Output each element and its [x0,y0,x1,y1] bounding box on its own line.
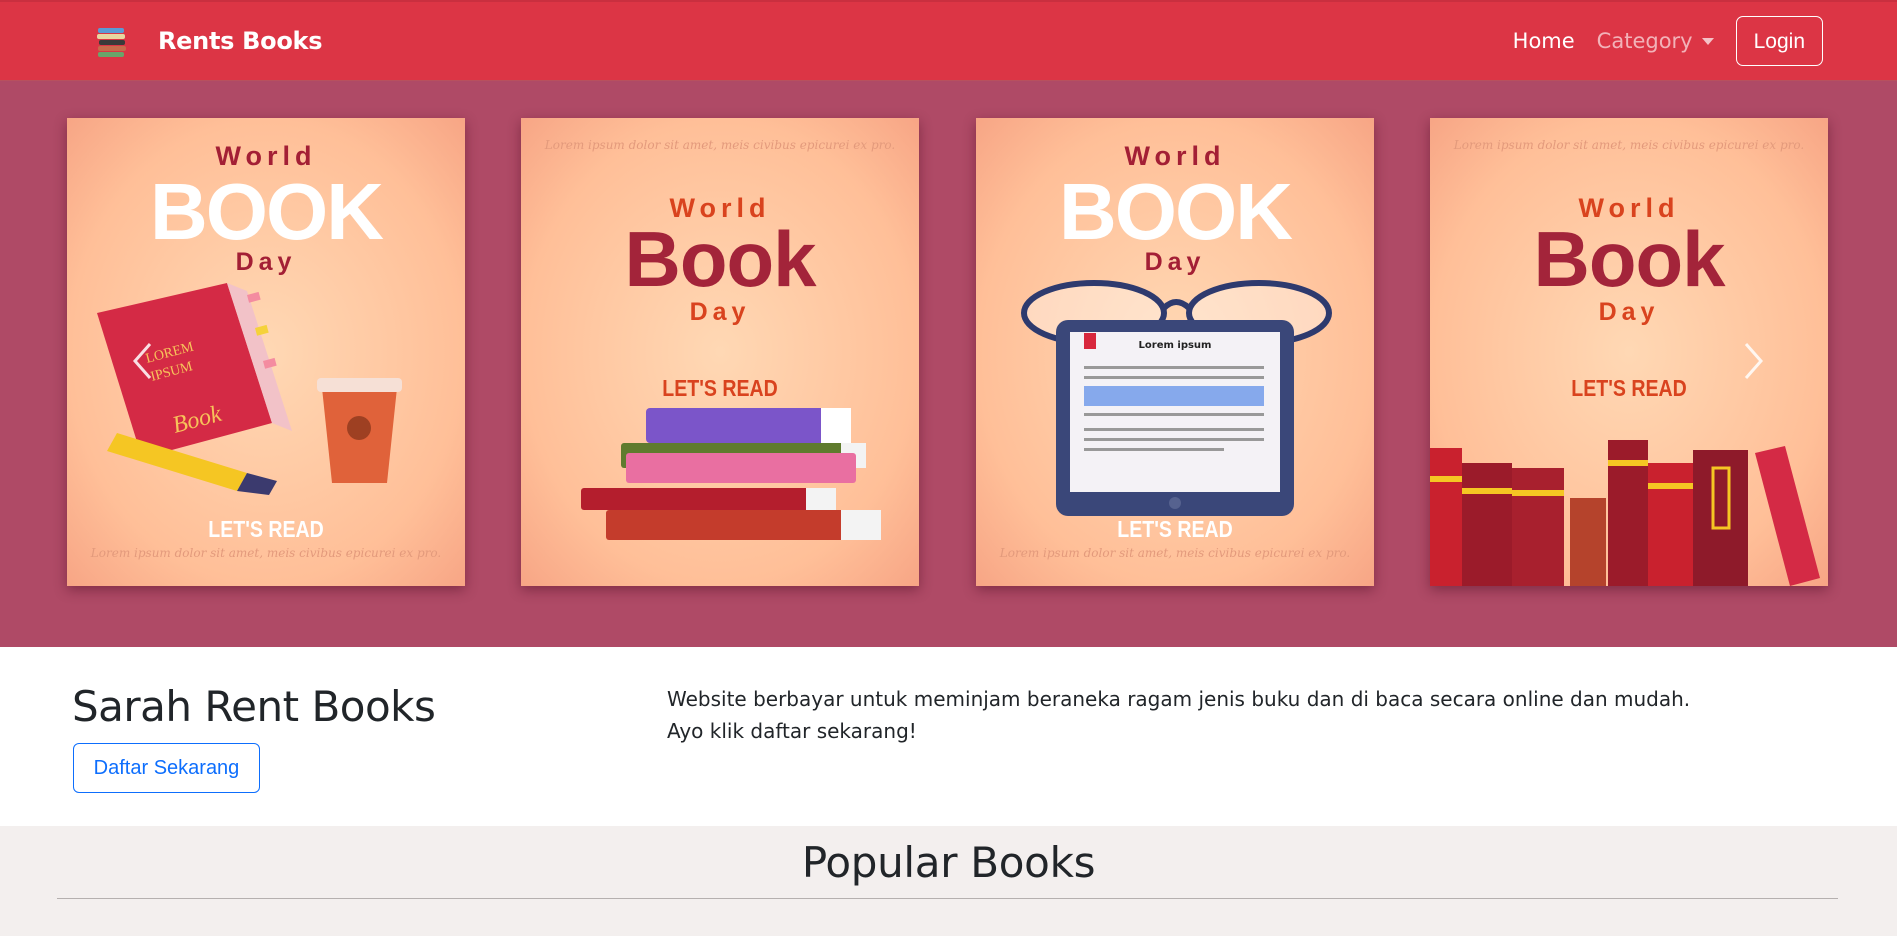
nav-category-label: Category [1596,29,1693,53]
carousel-poster-4: Lorem ipsum dolor sit amet, meis civibus… [1430,118,1828,586]
poster-day-text: Day [1144,248,1206,276]
description-line-1: Website berbayar untuk meminjam beraneka… [667,687,1691,711]
login-button[interactable]: Login [1735,16,1823,66]
poster-lorem-text: Lorem ipsum dolor sit amet, meis civibus… [90,546,442,560]
book-stack-icon [96,24,130,58]
site-description: Website berbayar untuk meminjam beraneka… [667,683,1690,747]
nav-category-dropdown[interactable]: Category [1597,29,1714,53]
poster-lorem-text: Lorem ipsum dolor sit amet, meis civibus… [544,138,896,152]
section-divider [57,898,1838,899]
poster-lorem-text: Lorem ipsum dolor sit amet, meis civibus… [999,546,1351,560]
poster-day-text: Day [235,248,297,276]
poster-day-text: Day [689,298,751,326]
book-stack-illustration [581,408,881,540]
chevron-left-icon [132,343,152,379]
carousel-next-button[interactable] [1740,341,1766,381]
signup-button[interactable]: Daftar Sekarang [73,743,260,793]
ereader-glasses-illustration: Lorem ipsum [1021,280,1332,516]
book-coffee-illustration: LOREM IPSUM Book [97,283,402,495]
carousel-poster-1: World BOOK Day LOREM IPSUM Book LET'S RE… [67,118,465,586]
poster-book-text: Book [624,215,817,303]
nav-links: Home Category Login [1513,15,1823,67]
carousel-poster-3: World BOOK Day Lorem ipsum LET'S READ Lo… [976,118,1374,586]
hero-carousel: World BOOK Day LOREM IPSUM Book LET'S RE… [0,81,1897,647]
navbar-brand[interactable]: Rents Books [96,24,322,58]
site-title: Sarah Rent Books [72,682,436,731]
chevron-down-icon [1701,37,1714,45]
poster-lorem-text: Lorem ipsum dolor sit amet, meis civibus… [1453,138,1805,152]
ereader-title: Lorem ipsum [1139,340,1212,351]
popular-books-section: Popular Books [0,826,1897,936]
poster-book-text: BOOK [150,167,384,256]
poster-lets-read: LET'S READ [662,375,778,401]
poster-lets-read: LET'S READ [1117,516,1233,542]
carousel-poster-2: Lorem ipsum dolor sit amet, meis civibus… [521,118,919,586]
poster-day-text: Day [1598,298,1660,326]
brand-name: Rents Books [158,27,323,55]
chevron-right-icon [1744,343,1764,379]
carousel-prev-button[interactable] [130,341,156,381]
poster-book-text: Book [1533,215,1726,303]
nav-home-link[interactable]: Home [1513,29,1575,53]
popular-books-heading: Popular Books [801,838,1096,887]
bookshelf-illustration [1430,440,1820,586]
poster-book-text: BOOK [1059,167,1293,256]
navbar: Rents Books Home Category Login [0,0,1897,81]
description-line-2: Ayo klik daftar sekarang! [667,719,917,743]
poster-lets-read: LET'S READ [208,516,324,542]
